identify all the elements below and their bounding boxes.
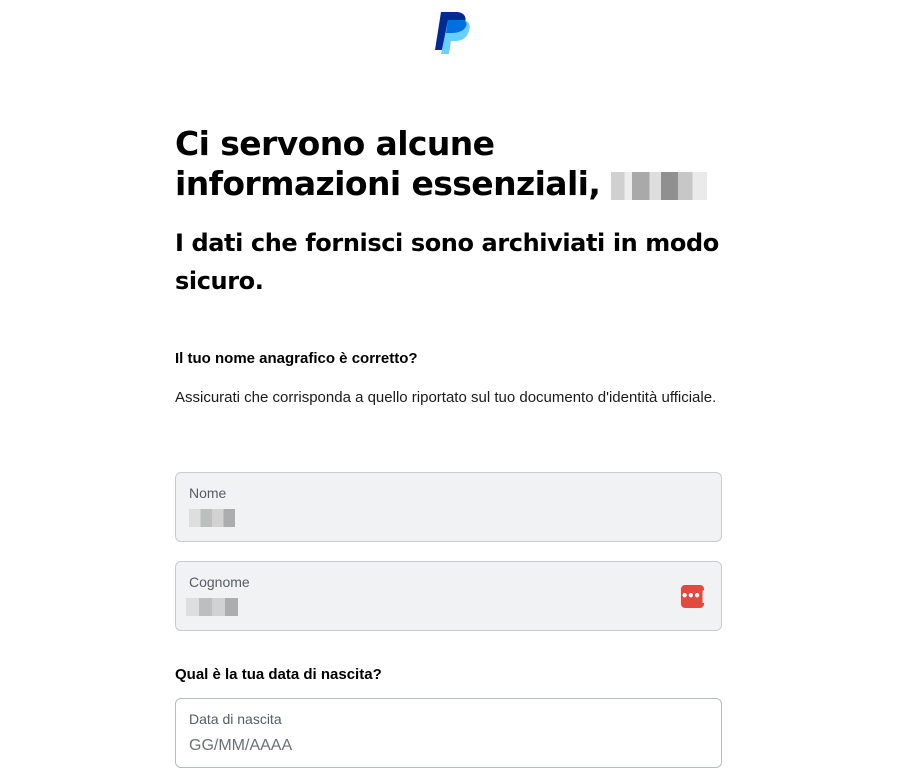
last-name-value-redacted (186, 598, 238, 616)
last-name-field[interactable]: Cognome •••| (175, 561, 722, 631)
name-question-description: Assicurati che corrisponda a quello ripo… (175, 389, 717, 406)
redacted-user-name (611, 172, 708, 200)
page: Ci servono alcune informazioni essenzial… (0, 0, 911, 784)
name-question-heading: Il tuo nome anagrafico è corretto? (175, 350, 418, 367)
page-title: Ci servono alcune informazioni essenzial… (175, 124, 725, 204)
dob-label: Data di nascita (189, 711, 282, 727)
dob-question-heading: Qual è la tua data di nascita? (175, 666, 382, 683)
header-block: Ci servono alcune informazioni essenzial… (175, 124, 725, 300)
password-manager-icon[interactable]: •••| (681, 585, 707, 608)
first-name-label: Nome (189, 485, 227, 501)
dob-input[interactable] (189, 737, 709, 755)
paypal-logo (435, 12, 470, 54)
first-name-value-redacted (189, 509, 235, 527)
dob-field[interactable]: Data di nascita (175, 698, 722, 768)
page-subtitle: I dati che fornisci sono archiviati in m… (175, 229, 719, 295)
page-title-text: Ci servono alcune informazioni essenzial… (175, 124, 601, 203)
last-name-label: Cognome (189, 574, 250, 590)
first-name-field[interactable]: Nome (175, 472, 722, 542)
